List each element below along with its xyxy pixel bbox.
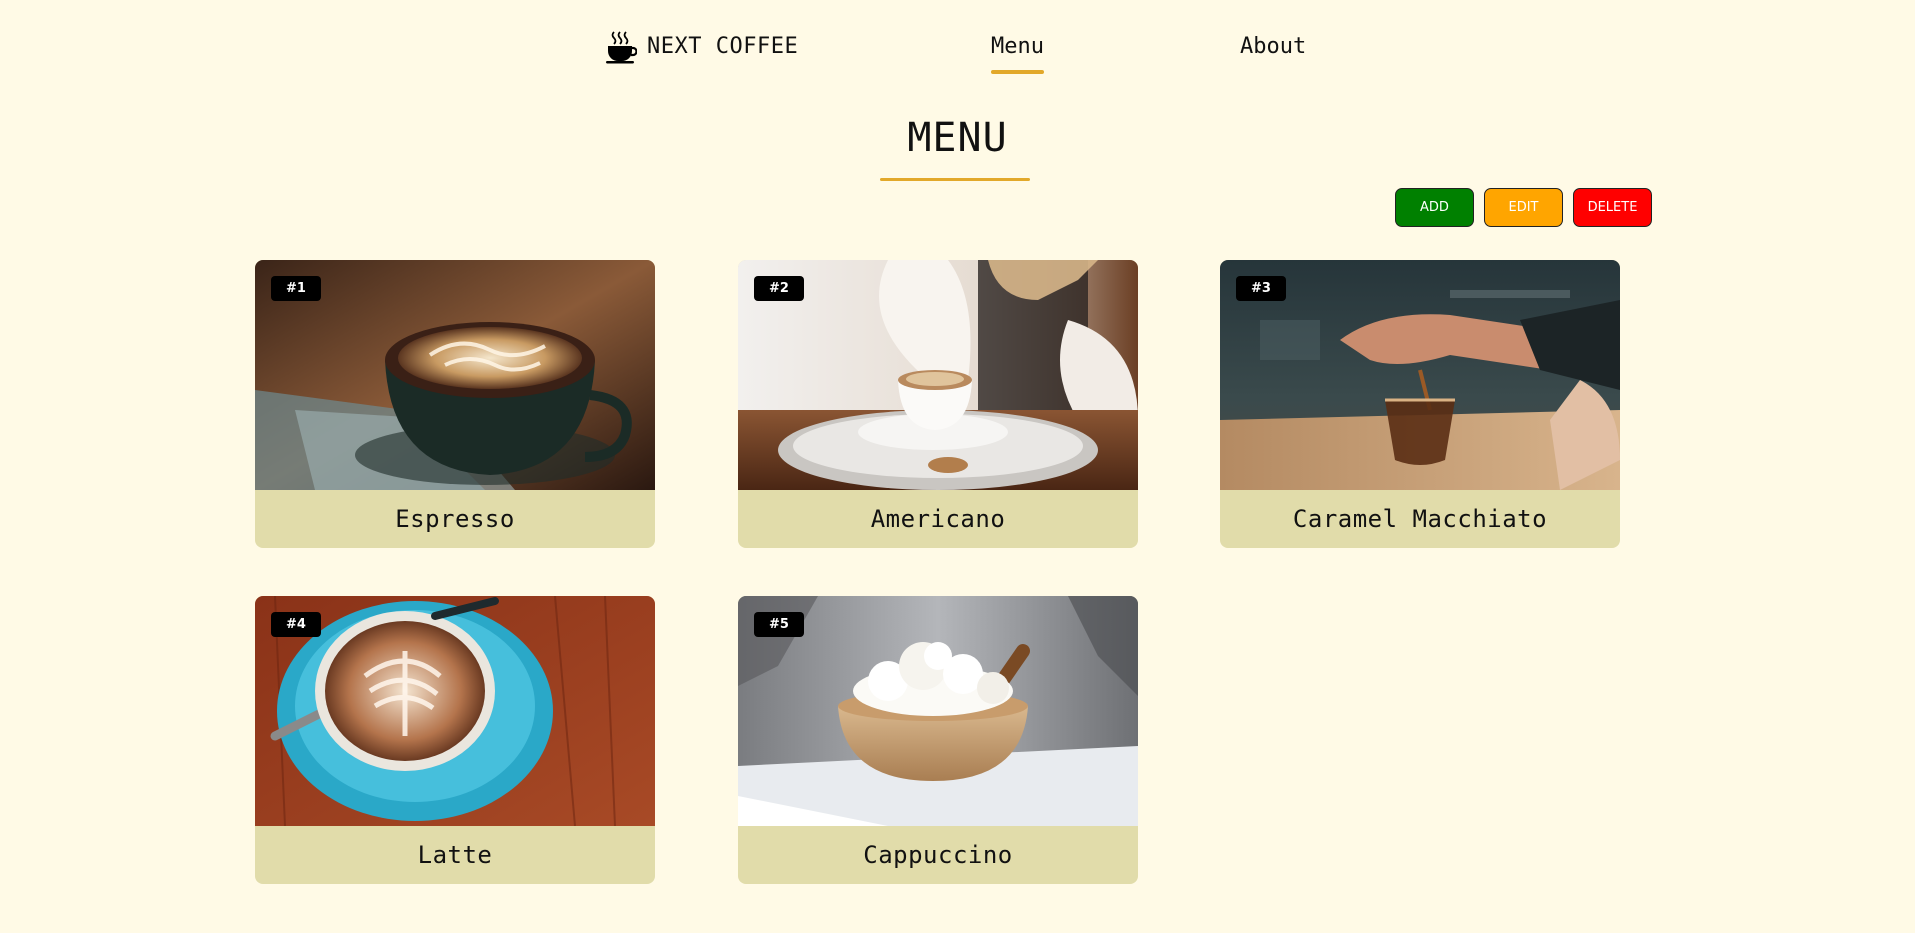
item-number-badge: #5 xyxy=(754,612,804,637)
nav-menu-link[interactable]: Menu xyxy=(991,34,1044,74)
item-name: Espresso xyxy=(395,505,515,533)
brand-name: NEXT COFFEE xyxy=(647,34,799,59)
item-number-badge: #1 xyxy=(271,276,321,301)
add-button[interactable]: ADD xyxy=(1395,188,1474,227)
title-underline xyxy=(880,178,1030,181)
menu-card-americano[interactable]: #2 Americano xyxy=(738,260,1138,548)
coffee-cup-icon xyxy=(606,31,637,64)
menu-card-caramel-macchiato[interactable]: #3 Caramel Macchiato xyxy=(1220,260,1620,548)
edit-button[interactable]: EDIT xyxy=(1484,188,1563,227)
item-number-badge: #4 xyxy=(271,612,321,637)
item-name: Latte xyxy=(417,841,493,869)
page-title: MENU xyxy=(907,115,1008,161)
menu-card-latte[interactable]: #4 Latte xyxy=(255,596,655,884)
brand-link[interactable]: NEXT COFFEE xyxy=(605,30,798,64)
menu-card-cappuccino[interactable]: #5 Cappuccino xyxy=(738,596,1138,884)
nav-about-link[interactable]: About xyxy=(1240,36,1306,58)
nav-about-label: About xyxy=(1240,34,1307,59)
delete-button[interactable]: DELETE xyxy=(1573,188,1652,227)
menu-card-espresso[interactable]: #1 Espresso xyxy=(255,260,655,548)
item-name: Caramel Macchiato xyxy=(1292,505,1548,533)
item-name: Americano xyxy=(870,505,1006,533)
item-name: Cappuccino xyxy=(863,841,1013,869)
active-nav-indicator xyxy=(991,70,1044,74)
top-nav: NEXT COFFEE Menu About xyxy=(0,0,1915,90)
nav-menu-label: Menu xyxy=(991,34,1044,59)
action-toolbar: ADD EDIT DELETE xyxy=(1395,188,1652,227)
item-number-badge: #2 xyxy=(754,276,804,301)
item-number-badge: #3 xyxy=(1236,276,1286,301)
